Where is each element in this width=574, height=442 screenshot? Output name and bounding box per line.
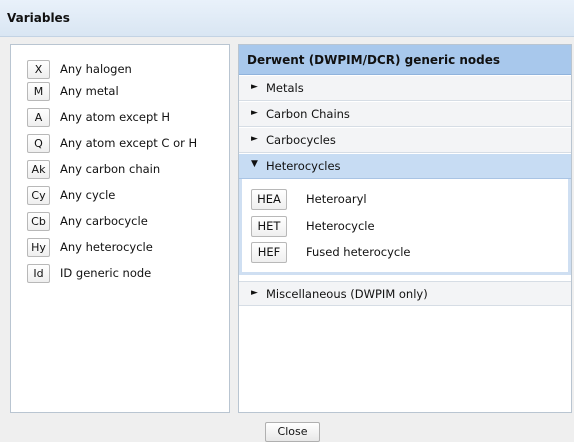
node-hea-label: Heteroaryl xyxy=(306,192,367,206)
variable-x-label: Any halogen xyxy=(60,62,132,76)
variable-q-label: Any atom except C or H xyxy=(60,136,198,150)
node-hea-button[interactable]: HEA xyxy=(251,189,287,210)
variable-row-q: Q Any atom except C or H xyxy=(27,134,222,155)
generic-nodes-title: Derwent (DWPIM/DCR) generic nodes xyxy=(247,53,501,67)
variable-row-m: M Any metal xyxy=(27,82,222,103)
node-row-hea: HEA Heteroaryl xyxy=(251,189,551,211)
variable-row-hy: Hy Any heterocycle xyxy=(27,238,222,259)
section-carbon-chains[interactable]: ► Carbon Chains xyxy=(239,102,571,127)
variable-m-button[interactable]: M xyxy=(27,82,50,101)
section-heterocycles[interactable]: ▼ Heterocycles xyxy=(239,154,571,179)
variable-a-label: Any atom except H xyxy=(60,110,171,124)
variable-ak-button[interactable]: Ak xyxy=(27,160,50,179)
variable-row-id: Id ID generic node xyxy=(27,264,222,285)
variable-cb-label: Any carbocycle xyxy=(60,214,148,228)
title-bar: Variables xyxy=(0,0,574,37)
node-row-het: HET Heterocycle xyxy=(251,216,551,238)
collapse-arrow-icon: ▼ xyxy=(251,159,258,169)
heterocycles-content: HEA Heteroaryl HET Heterocycle HEF Fused… xyxy=(239,179,571,275)
node-het-button[interactable]: HET xyxy=(251,216,287,237)
node-hef-label: Fused heterocycle xyxy=(306,245,411,259)
expand-arrow-icon: ► xyxy=(251,288,258,298)
variable-id-label: ID generic node xyxy=(60,266,152,280)
generic-nodes-header: Derwent (DWPIM/DCR) generic nodes xyxy=(239,45,571,75)
section-carbocycles[interactable]: ► Carbocycles xyxy=(239,128,571,153)
variable-cy-button[interactable]: Cy xyxy=(27,186,50,205)
close-button[interactable]: Close xyxy=(265,422,320,442)
section-metals[interactable]: ► Metals xyxy=(239,76,571,101)
variable-a-button[interactable]: A xyxy=(27,108,50,127)
section-heterocycles-label: Heterocycles xyxy=(266,159,341,173)
variable-hy-button[interactable]: Hy xyxy=(27,238,50,257)
variable-x-button[interactable]: X xyxy=(27,60,50,79)
dialog-title: Variables xyxy=(7,11,70,25)
node-het-label: Heterocycle xyxy=(306,219,375,233)
variable-id-button[interactable]: Id xyxy=(27,264,50,283)
section-miscellaneous-label: Miscellaneous (DWPIM only) xyxy=(266,287,428,301)
node-row-hef: HEF Fused heterocycle xyxy=(251,242,551,264)
variables-dialog: Variables X Any halogen M Any metal A An… xyxy=(0,0,574,442)
variable-cb-button[interactable]: Cb xyxy=(27,212,50,231)
variable-row-a: A Any atom except H xyxy=(27,108,222,129)
section-carbocycles-label: Carbocycles xyxy=(266,133,336,147)
variable-m-label: Any metal xyxy=(60,84,119,98)
variable-cy-label: Any cycle xyxy=(60,188,116,202)
expand-arrow-icon: ► xyxy=(251,108,258,118)
section-metals-label: Metals xyxy=(266,81,304,95)
expand-arrow-icon: ► xyxy=(251,134,258,144)
generic-nodes-panel: Derwent (DWPIM/DCR) generic nodes ► Meta… xyxy=(238,44,572,413)
variable-row-cy: Cy Any cycle xyxy=(27,186,222,207)
variable-row-cb: Cb Any carbocycle xyxy=(27,212,222,233)
node-hef-button[interactable]: HEF xyxy=(251,242,287,263)
variable-q-button[interactable]: Q xyxy=(27,134,50,153)
variable-row-ak: Ak Any carbon chain xyxy=(27,160,222,181)
variable-ak-label: Any carbon chain xyxy=(60,162,161,176)
variable-row-x: X Any halogen xyxy=(27,60,222,81)
variable-hy-label: Any heterocycle xyxy=(60,240,153,254)
expand-arrow-icon: ► xyxy=(251,82,258,92)
variables-list-panel: X Any halogen M Any metal A Any atom exc… xyxy=(10,44,230,413)
section-carbon-chains-label: Carbon Chains xyxy=(266,107,350,121)
section-miscellaneous[interactable]: ► Miscellaneous (DWPIM only) xyxy=(239,281,571,306)
